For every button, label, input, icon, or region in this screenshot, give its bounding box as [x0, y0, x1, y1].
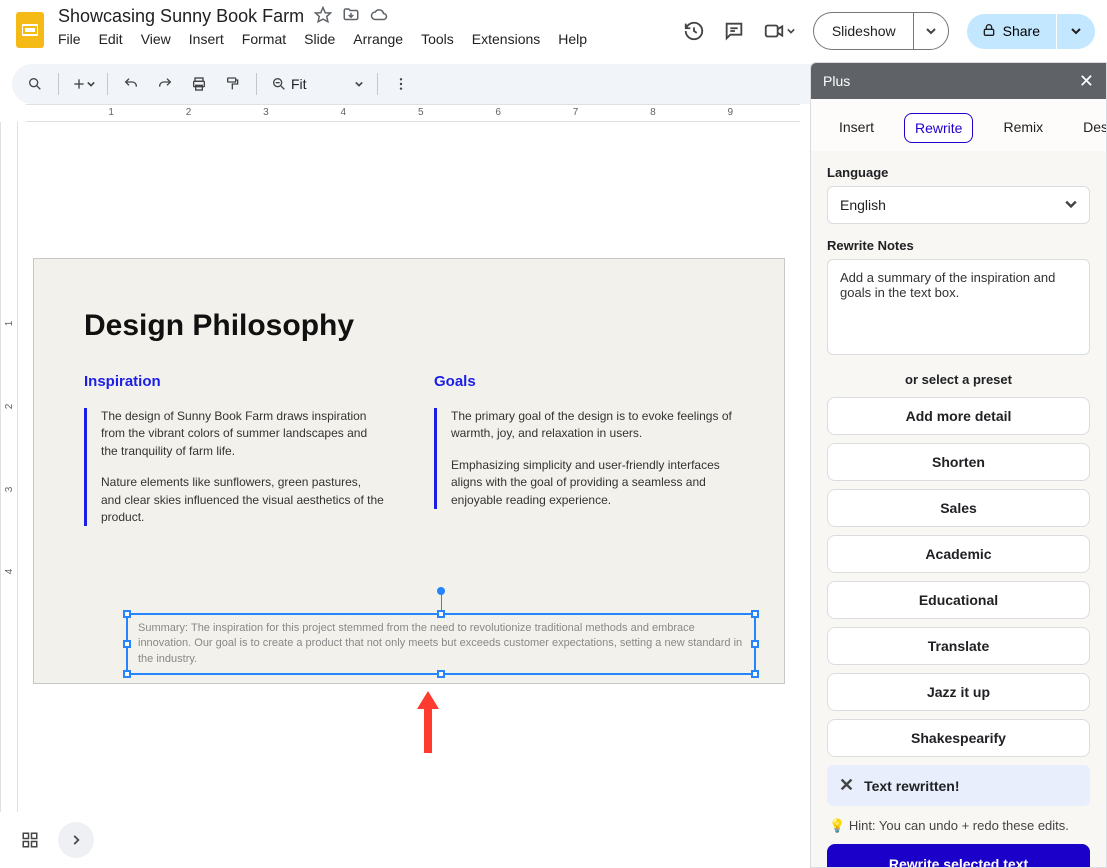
banner-text: Text rewritten!: [864, 778, 959, 794]
star-icon[interactable]: [314, 6, 332, 27]
selected-textbox[interactable]: Summary: The inspiration for this projec…: [126, 613, 756, 675]
history-icon[interactable]: [683, 20, 705, 42]
share-label: Share: [1003, 23, 1040, 39]
preset-academic[interactable]: Academic: [827, 535, 1090, 573]
share-button[interactable]: Share: [967, 14, 1056, 49]
menu-format[interactable]: Format: [242, 31, 286, 47]
resize-handle[interactable]: [123, 670, 131, 678]
present-camera-icon[interactable]: [763, 20, 795, 42]
preset-shakespearify[interactable]: Shakespearify: [827, 719, 1090, 757]
resize-handle[interactable]: [751, 610, 759, 618]
plus-panel: Plus ✕ Insert Rewrite Remix Design Langu…: [810, 62, 1107, 868]
notes-label: Rewrite Notes: [827, 238, 1090, 253]
menu-arrange[interactable]: Arrange: [353, 31, 403, 47]
redo-icon[interactable]: [150, 69, 180, 99]
col2-body[interactable]: The primary goal of the design is to evo…: [434, 408, 734, 509]
app-header: Showcasing Sunny Book Farm File Edit Vie…: [0, 0, 1107, 60]
rewrite-selected-button[interactable]: Rewrite selected text: [827, 844, 1090, 867]
bottom-controls: [12, 822, 94, 858]
dismiss-banner-icon[interactable]: ✕: [839, 775, 854, 796]
menu-insert[interactable]: Insert: [189, 31, 224, 47]
hint-text: 💡 Hint: You can undo + redo these edits.: [829, 818, 1088, 834]
summary-text: Summary: The inspiration for this projec…: [138, 622, 742, 665]
resize-handle[interactable]: [437, 670, 445, 678]
language-select[interactable]: English: [827, 186, 1090, 224]
rewrite-notes-input[interactable]: [827, 259, 1090, 355]
grid-view-icon[interactable]: [12, 822, 48, 858]
slides-logo-icon[interactable]: [12, 12, 48, 48]
resize-handle[interactable]: [123, 640, 131, 648]
rotation-handle[interactable]: [437, 587, 445, 595]
tab-rewrite[interactable]: Rewrite: [904, 113, 973, 143]
lock-icon: [981, 22, 997, 41]
menu-file[interactable]: File: [58, 31, 81, 47]
move-folder-icon[interactable]: [342, 6, 360, 27]
cloud-status-icon[interactable]: [370, 6, 388, 27]
panel-tabs: Insert Rewrite Remix Design: [811, 99, 1106, 151]
col2-heading[interactable]: Goals: [434, 373, 734, 390]
workspace: 1 2 3 4 5 6 7 8 9 1 2 3 4 Design Philoso…: [0, 104, 810, 868]
slide[interactable]: Design Philosophy Inspiration The design…: [33, 258, 785, 684]
slideshow-dropdown[interactable]: [913, 12, 949, 50]
undo-icon[interactable]: [116, 69, 146, 99]
annotation-arrow-icon: [411, 687, 445, 757]
document-title[interactable]: Showcasing Sunny Book Farm: [58, 6, 304, 27]
resize-handle[interactable]: [751, 670, 759, 678]
menu-bar: File Edit View Insert Format Slide Arran…: [58, 31, 683, 47]
tab-remix[interactable]: Remix: [993, 113, 1053, 143]
menu-slide[interactable]: Slide: [304, 31, 335, 47]
preset-jazz-it-up[interactable]: Jazz it up: [827, 673, 1090, 711]
more-tools-icon[interactable]: [386, 69, 416, 99]
zoom-control[interactable]: Fit: [265, 76, 369, 92]
panel-title: Plus: [823, 73, 850, 89]
chevron-down-icon: [1065, 197, 1077, 213]
language-value: English: [840, 197, 886, 213]
panel-header: Plus ✕: [811, 63, 1106, 99]
slideshow-button[interactable]: Slideshow: [813, 12, 914, 50]
comment-icon[interactable]: [723, 20, 745, 42]
menu-tools[interactable]: Tools: [421, 31, 454, 47]
preset-caption: or select a preset: [827, 372, 1090, 387]
resize-handle[interactable]: [437, 610, 445, 618]
resize-handle[interactable]: [751, 640, 759, 648]
menu-view[interactable]: View: [141, 31, 171, 47]
paint-format-icon[interactable]: [218, 69, 248, 99]
preset-sales[interactable]: Sales: [827, 489, 1090, 527]
share-dropdown[interactable]: [1057, 14, 1095, 49]
new-slide-button[interactable]: [67, 69, 99, 99]
preset-add-more-detail[interactable]: Add more detail: [827, 397, 1090, 435]
col1-heading[interactable]: Inspiration: [84, 373, 384, 390]
menu-help[interactable]: Help: [558, 31, 587, 47]
search-menus-icon[interactable]: [20, 69, 50, 99]
status-banner: ✕ Text rewritten!: [827, 765, 1090, 806]
zoom-value: Fit: [291, 76, 307, 92]
close-icon[interactable]: ✕: [1079, 71, 1094, 92]
col1-body[interactable]: The design of Sunny Book Farm draws insp…: [84, 408, 384, 526]
tab-design[interactable]: Design: [1073, 113, 1107, 143]
open-filmstrip-icon[interactable]: [58, 822, 94, 858]
menu-extensions[interactable]: Extensions: [472, 31, 540, 47]
resize-handle[interactable]: [123, 610, 131, 618]
language-label: Language: [827, 165, 1090, 180]
ruler-vertical[interactable]: 1 2 3 4: [0, 122, 18, 812]
preset-translate[interactable]: Translate: [827, 627, 1090, 665]
slide-title[interactable]: Design Philosophy: [84, 309, 734, 343]
lightbulb-icon: 💡: [829, 818, 845, 833]
canvas[interactable]: Design Philosophy Inspiration The design…: [26, 130, 800, 812]
preset-educational[interactable]: Educational: [827, 581, 1090, 619]
tab-insert[interactable]: Insert: [829, 113, 884, 143]
ruler-horizontal[interactable]: 1 2 3 4 5 6 7 8 9: [26, 104, 800, 122]
preset-shorten[interactable]: Shorten: [827, 443, 1090, 481]
menu-edit[interactable]: Edit: [99, 31, 123, 47]
print-icon[interactable]: [184, 69, 214, 99]
